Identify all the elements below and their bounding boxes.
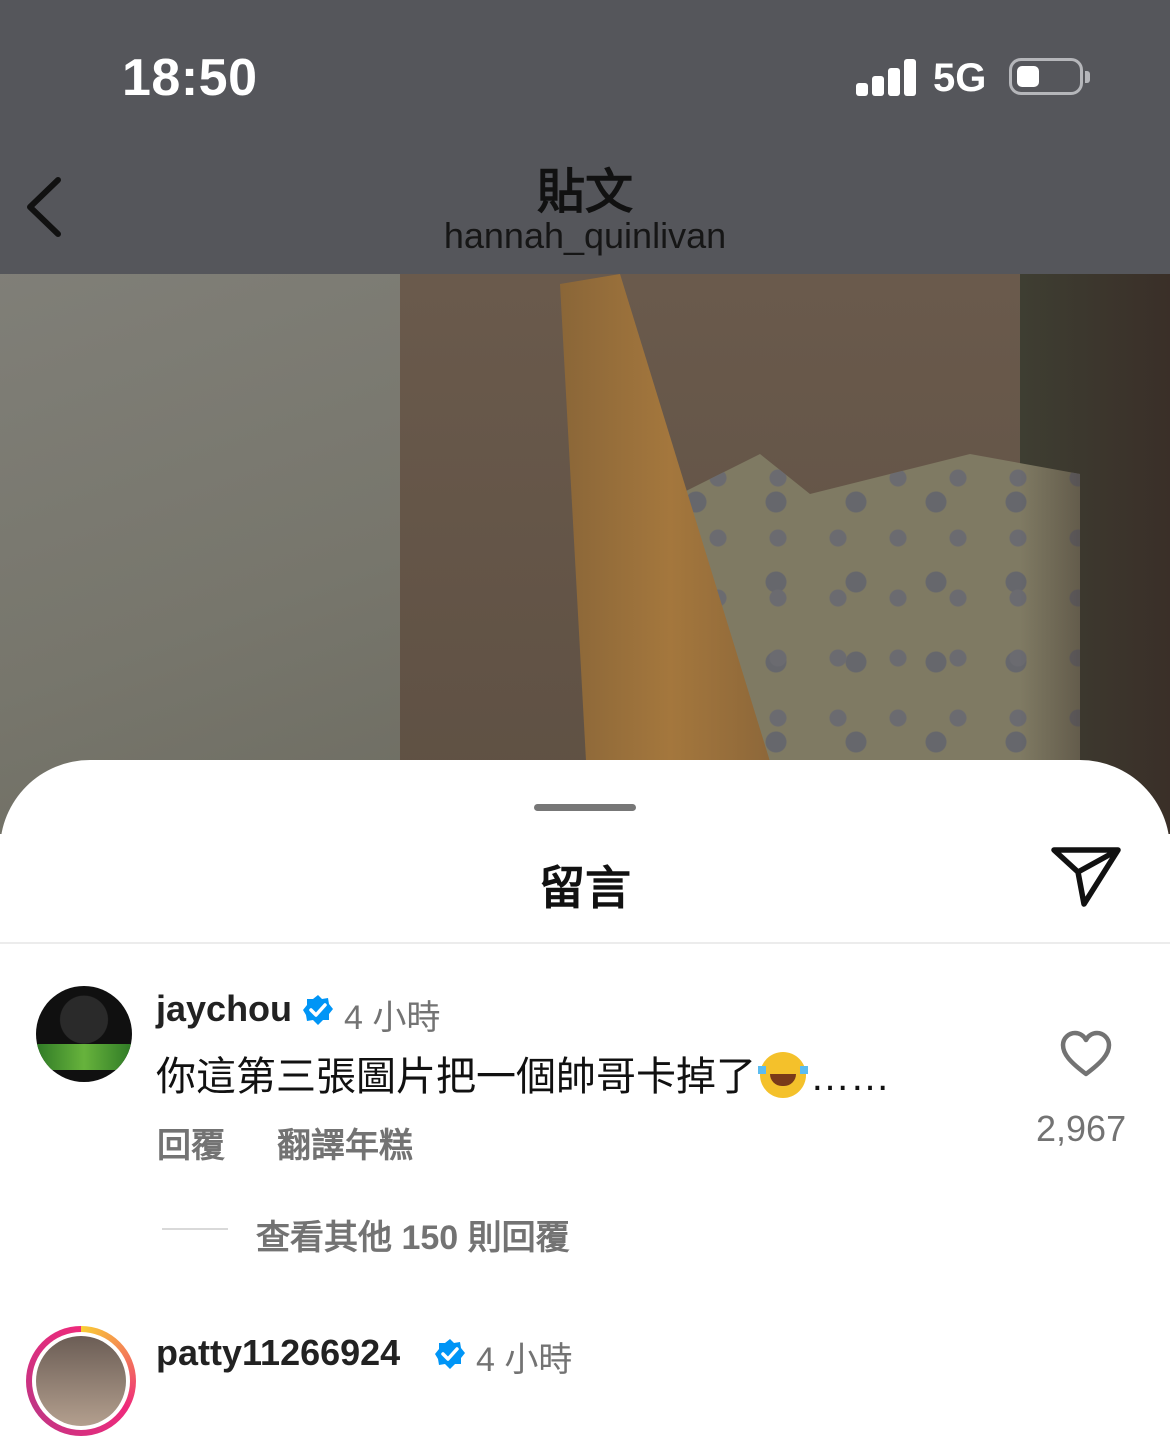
network-type: 5G [933,56,987,100]
post-image[interactable] [0,274,1170,834]
comments-sheet: 留言 jaychou 4 小時 你這第三張圖片把一個帥哥卡掉了 …… 回覆 翻譯年… [0,760,1170,1436]
replies-divider [162,1228,228,1230]
translate-button[interactable]: 翻譯年糕 [277,1118,413,1167]
share-send-icon[interactable] [1050,844,1122,908]
divider [0,942,1170,944]
avatar[interactable] [36,986,132,1082]
comment-username[interactable]: patty11266924 [156,1332,400,1374]
avatar-story-ring[interactable] [26,1326,136,1436]
comment-text-suffix: …… [810,1055,890,1099]
top-bar: 18:50 5G 貼文 hannah_quinlivan [0,0,1170,274]
comment-timestamp: 4 小時 [476,1341,573,1379]
comment-timestamp: 4 小時 [344,999,441,1037]
reply-button[interactable]: 回覆 [157,1118,225,1167]
verified-badge-icon [435,1339,465,1369]
tears-of-joy-emoji-icon [758,1052,808,1098]
comment-text-body: 你這第三張圖片把一個帥哥卡掉了 [156,1055,756,1099]
status-time: 18:50 [122,49,258,107]
comment-text: 你這第三張圖片把一個帥哥卡掉了 …… [156,1044,890,1102]
view-more-replies-button[interactable]: 查看其他 150 則回覆 [256,1210,570,1259]
post-author-username[interactable]: hannah_quinlivan [0,215,1170,257]
signal-icon [856,58,916,96]
like-heart-icon[interactable] [1060,1030,1112,1078]
verified-badge-icon [303,995,333,1025]
comment-username[interactable]: jaychou [156,988,292,1030]
battery-icon [1009,58,1090,95]
sheet-grabber[interactable] [534,804,636,811]
comments-title: 留言 [539,862,631,914]
like-count: 2,967 [1036,1108,1127,1149]
page-title: 貼文 [536,166,633,219]
